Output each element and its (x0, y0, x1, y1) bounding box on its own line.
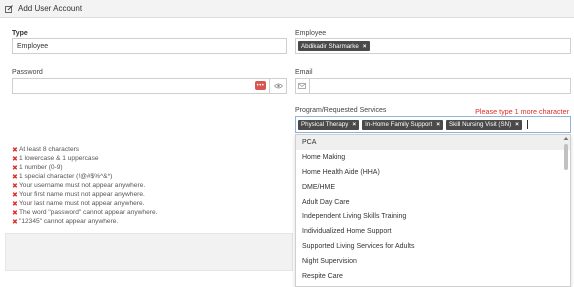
employee-select[interactable]: Abdikadir Sharmarke × (295, 38, 571, 54)
remove-chip-icon[interactable]: × (363, 43, 367, 50)
dropdown-option[interactable]: Independent Living Skills Training (296, 209, 570, 224)
remove-chip-icon[interactable]: × (436, 121, 440, 128)
dialog-header: Add User Account (0, 0, 574, 18)
rule-text: "12345" cannot appear anywhere. (19, 218, 119, 225)
remove-chip-icon[interactable]: × (352, 121, 356, 128)
dropdown-option[interactable]: Night Supervision (296, 254, 570, 269)
service-chip: In-Home Family Support × (362, 119, 444, 130)
password-rule: ✖ Your last name must not appear anywhere… (12, 199, 157, 208)
rule-text: The word "password" cannot appear anywhe… (19, 209, 158, 216)
show-password-icon[interactable] (269, 78, 286, 94)
form-footer-panel (5, 233, 293, 271)
password-label: Password (12, 69, 43, 76)
service-chip: Skill Nursing Visit (SN) × (446, 119, 522, 130)
rule-fail-icon: ✖ (12, 146, 18, 154)
text-cursor (526, 120, 528, 129)
password-rule: ✖ 1 lowercase & 1 uppercase (12, 154, 157, 163)
service-chip: Physical Therapy × (298, 119, 360, 130)
password-rule: ✖ 1 number (0-9) (12, 163, 157, 172)
edit-icon (5, 4, 13, 13)
dropdown-option[interactable]: Adult Day Care (296, 195, 570, 210)
password-rule: ✖ The word "password" cannot appear anywh… (12, 208, 157, 217)
scrollbar-thumb[interactable] (564, 144, 568, 170)
scroll-up-arrow-icon[interactable] (563, 136, 569, 142)
rule-text: 1 special character (!@#$%^&*) (19, 173, 113, 180)
email-label: Email (295, 69, 313, 76)
rule-fail-icon: ✖ (12, 191, 18, 199)
remove-chip-icon[interactable]: × (515, 121, 519, 128)
employee-chip-label: Abdikadir Sharmarke (301, 42, 359, 50)
service-chip-label: Skill Nursing Visit (SN) (449, 121, 512, 128)
employee-label: Employee (295, 30, 327, 37)
services-label: Program/Requested Services (295, 107, 387, 114)
password-rules-list: ✖ At least 8 characters ✖ 1 lowercase & 1 … (12, 145, 157, 226)
rule-fail-icon: ✖ (12, 164, 18, 172)
rule-fail-icon: ✖ (12, 218, 18, 226)
services-select[interactable]: Physical Therapy × In-Home Family Suppor… (295, 116, 571, 133)
rule-fail-icon: ✖ (12, 209, 18, 217)
employee-chip: Abdikadir Sharmarke × (298, 41, 370, 51)
dropdown-option[interactable]: Respite Care (296, 269, 570, 284)
rule-text: Your first name must not appear anywhere… (19, 191, 145, 198)
password-rule: ✖ Your username must not appear anywhere. (12, 181, 157, 190)
type-field[interactable]: Employee (12, 38, 287, 54)
type-value: Employee (17, 42, 49, 50)
password-field[interactable] (12, 78, 287, 94)
dropdown-option[interactable]: Home Making (296, 150, 570, 165)
email-field[interactable] (295, 78, 571, 94)
service-chip-label: In-Home Family Support (365, 121, 433, 128)
rule-text: Your username must not appear anywhere. (19, 182, 146, 189)
rule-fail-icon: ✖ (12, 182, 18, 190)
service-chip-label: Physical Therapy (301, 121, 349, 128)
rule-text: 1 number (0-9) (19, 164, 63, 171)
services-warning: Please type 1 more character (475, 107, 569, 116)
dropdown-scrollbar[interactable] (563, 136, 569, 286)
password-rule: ✖ Your first name must not appear anywher… (12, 190, 157, 199)
dialog-title: Add User Account (18, 4, 83, 13)
rule-fail-icon: ✖ (12, 200, 18, 208)
rule-fail-icon: ✖ (12, 155, 18, 163)
dropdown-option[interactable]: Supported Living Services for Adults (296, 239, 570, 254)
rule-text: Your last name must not appear anywhere. (19, 200, 145, 207)
services-dropdown[interactable]: PCA Home Making Home Health Aide (HHA) D… (295, 134, 571, 287)
dropdown-option[interactable]: Individualized Home Support (296, 224, 570, 239)
rule-fail-icon: ✖ (12, 173, 18, 181)
envelope-icon (295, 78, 310, 94)
password-rule: ✖ 1 special character (!@#$%^&*) (12, 172, 157, 181)
type-label: Type (12, 30, 28, 37)
dropdown-option[interactable]: DME/HME (296, 180, 570, 195)
dropdown-option[interactable]: Home Health Aide (HHA) (296, 165, 570, 180)
password-manager-icon[interactable]: ••• (255, 81, 266, 90)
password-rule: ✖ At least 8 characters (12, 145, 157, 154)
dropdown-option[interactable]: PCA (296, 135, 570, 150)
password-rule: ✖ "12345" cannot appear anywhere. (12, 217, 157, 226)
rule-text: At least 8 characters (19, 146, 80, 153)
rule-text: 1 lowercase & 1 uppercase (19, 155, 99, 162)
